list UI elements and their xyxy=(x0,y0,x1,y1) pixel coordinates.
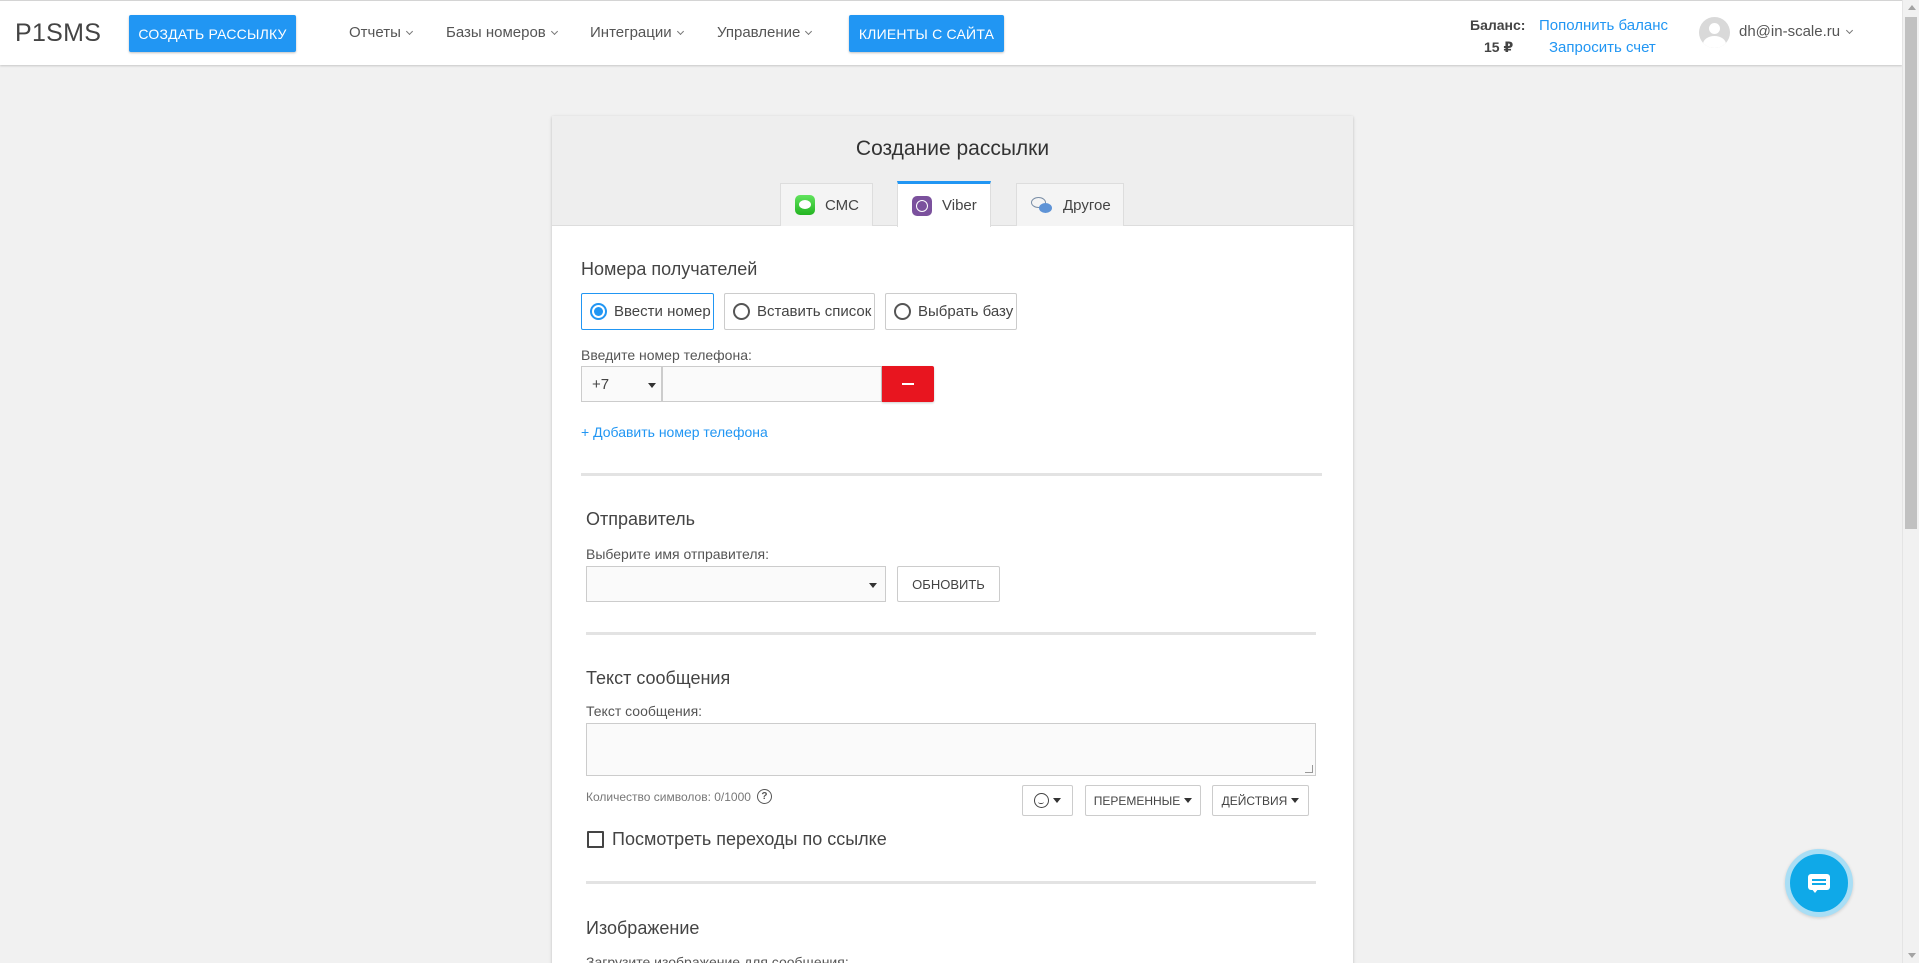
message-title: Текст сообщения xyxy=(586,668,731,688)
site-clients-button[interactable]: Клиенты с сайта xyxy=(849,15,1004,52)
image-title: Изображение xyxy=(586,918,700,938)
scroll-down-icon[interactable] xyxy=(1908,953,1916,958)
help-icon[interactable]: ? xyxy=(756,789,772,804)
tab-sms-label: СМС xyxy=(825,196,859,214)
variables-button[interactable]: Переменные xyxy=(1085,785,1201,816)
sender-select[interactable] xyxy=(586,566,886,602)
minus-icon xyxy=(902,383,914,385)
radio-enter-number-label: Ввести номер xyxy=(614,303,711,320)
user-email: dh@in-scale.ru xyxy=(1739,23,1841,40)
chevron-down-icon xyxy=(1846,26,1854,34)
create-mailing-card: Создание рассылки СМС Viber Другое Номер… xyxy=(552,116,1353,963)
checkbox-icon[interactable] xyxy=(587,831,604,848)
char-counter: Количество символов: 0/1000 ? xyxy=(586,789,772,804)
nav-management[interactable]: Управление xyxy=(717,24,813,41)
avatar[interactable] xyxy=(1699,17,1730,48)
chat-bubbles-icon xyxy=(1031,196,1053,214)
request-invoice-link[interactable]: Запросить счет xyxy=(1549,39,1656,56)
phone-input[interactable] xyxy=(662,366,882,402)
sender-title: Отправитель xyxy=(586,509,695,529)
tab-viber[interactable]: Viber xyxy=(897,181,991,227)
sms-icon xyxy=(795,195,815,215)
message-textarea[interactable] xyxy=(586,723,1316,776)
create-mailing-button[interactable]: Создать рассылку xyxy=(129,15,296,52)
actions-label: Действия xyxy=(1221,793,1288,808)
tab-viber-label: Viber xyxy=(942,197,977,214)
track-clicks-label: Посмотреть переходы по ссылке xyxy=(612,829,887,849)
caret-down-icon xyxy=(1291,798,1300,803)
radio-choose-base-label: Выбрать базу xyxy=(918,303,1014,320)
radio-paste-list[interactable]: Вставить список xyxy=(724,293,875,330)
radio-unchecked-icon xyxy=(894,303,911,320)
nav-reports[interactable]: Отчеты xyxy=(349,24,413,41)
divider xyxy=(586,632,1316,635)
radio-unchecked-icon xyxy=(733,303,750,320)
chat-icon xyxy=(1808,874,1830,893)
user-menu[interactable]: dh@in-scale.ru xyxy=(1739,23,1854,40)
caret-down-icon xyxy=(1053,798,1061,803)
chevron-down-icon xyxy=(676,27,684,35)
phone-label: Введите номер телефона: xyxy=(581,347,752,363)
page-title: Создание рассылки xyxy=(855,137,1050,160)
add-phone-link[interactable]: + Добавить номер телефона xyxy=(581,424,768,440)
image-upload-label: Загрузите изображение для сообщения: xyxy=(586,954,849,963)
logo[interactable]: P1SMS xyxy=(15,19,101,48)
country-code-select[interactable]: +7 xyxy=(581,366,662,402)
variables-label: Переменные xyxy=(1093,793,1181,808)
scrollbar-thumb[interactable] xyxy=(1905,17,1917,529)
balance-value: 15 ₽ xyxy=(1484,39,1514,55)
nav-management-label: Управление xyxy=(717,24,801,41)
scroll-up-icon[interactable] xyxy=(1908,5,1916,10)
scrollbar[interactable] xyxy=(1902,0,1919,963)
resize-handle-icon[interactable] xyxy=(1305,765,1313,773)
card-header: Создание рассылки СМС Viber Другое xyxy=(552,116,1353,227)
caret-down-icon xyxy=(869,583,877,588)
refresh-button[interactable]: Обновить xyxy=(897,566,1000,602)
tab-sms[interactable]: СМС xyxy=(780,183,873,226)
topup-balance-link[interactable]: Пополнить баланс xyxy=(1539,17,1668,34)
caret-down-icon xyxy=(1184,798,1193,803)
sender-select-label: Выберите имя отправителя: xyxy=(586,546,770,562)
country-code-value: +7 xyxy=(592,376,610,393)
chat-widget-button[interactable] xyxy=(1785,849,1853,917)
divider xyxy=(586,881,1316,884)
tab-other-label: Другое xyxy=(1063,196,1111,214)
viber-icon xyxy=(912,195,932,216)
chevron-down-icon xyxy=(550,27,558,35)
radio-paste-list-label: Вставить список xyxy=(757,303,872,320)
nav-reports-label: Отчеты xyxy=(349,24,401,41)
radio-choose-base[interactable]: Выбрать базу xyxy=(885,293,1017,330)
radio-checked-icon xyxy=(590,303,607,320)
actions-button[interactable]: Действия xyxy=(1212,785,1309,816)
recipients-title: Номера получателей xyxy=(581,259,758,279)
char-count-text: Количество символов: 0/1000 xyxy=(586,789,751,804)
caret-down-icon xyxy=(648,383,656,388)
smiley-icon xyxy=(1034,793,1049,808)
divider xyxy=(581,473,1322,476)
chevron-down-icon xyxy=(405,27,413,35)
top-navbar: P1SMS Создать рассылку Отчеты Базы номер… xyxy=(0,0,1902,65)
nav-integrations[interactable]: Интеграции xyxy=(590,24,684,41)
message-field-label: Текст сообщения: xyxy=(586,703,703,719)
radio-enter-number[interactable]: Ввести номер xyxy=(581,293,714,330)
nav-number-bases-label: Базы номеров xyxy=(446,24,546,41)
track-clicks-checkbox[interactable]: Посмотреть переходы по ссылке xyxy=(587,829,887,850)
tab-other[interactable]: Другое xyxy=(1016,183,1124,226)
nav-number-bases[interactable]: Базы номеров xyxy=(446,24,558,41)
remove-phone-button[interactable] xyxy=(882,366,934,402)
chevron-down-icon xyxy=(805,27,813,35)
balance-label: Баланс: xyxy=(1470,17,1526,33)
nav-integrations-label: Интеграции xyxy=(590,24,672,41)
emoji-button[interactable] xyxy=(1022,785,1073,816)
